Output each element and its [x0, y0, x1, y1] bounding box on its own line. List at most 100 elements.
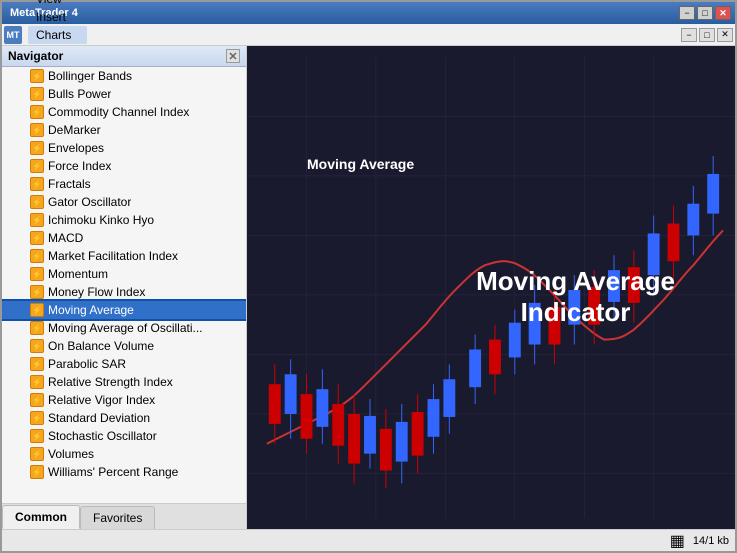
nav-label-macd: MACD: [48, 231, 83, 245]
nav-label-gator: Gator Oscillator: [48, 195, 131, 209]
nav-icon-volumes: ⚡: [30, 447, 44, 461]
nav-label-bulls: Bulls Power: [48, 87, 111, 101]
nav-label-rvi: Relative Vigor Index: [48, 393, 155, 407]
nav-label-ma: Moving Average: [48, 303, 134, 317]
menu-item-view[interactable]: View: [28, 0, 87, 8]
menu-controls: − □ ✕: [681, 28, 733, 42]
nav-icon-gator: ⚡: [30, 195, 44, 209]
nav-item-ichimoku[interactable]: ⚡ Ichimoku Kinko Hyo: [2, 211, 246, 229]
chart-label-indicator: Moving Average Indicator: [476, 266, 675, 328]
nav-icon-rvi: ⚡: [30, 393, 44, 407]
menu-item-charts[interactable]: Charts: [28, 26, 87, 44]
nav-icon-momentum: ⚡: [30, 267, 44, 281]
navigator-panel: Navigator ✕ ⚡ Bollinger Bands ⚡ Bulls Power…: [2, 46, 247, 529]
nav-label-mao: Moving Average of Oscillati...: [48, 321, 203, 335]
nav-item-stddev[interactable]: ⚡ Standard Deviation: [2, 409, 246, 427]
nav-icon-ichimoku: ⚡: [30, 213, 44, 227]
nav-icon-force: ⚡: [30, 159, 44, 173]
nav-item-psar[interactable]: ⚡ Parabolic SAR: [2, 355, 246, 373]
nav-label-stddev: Standard Deviation: [48, 411, 150, 425]
nav-icon-bulls: ⚡: [30, 87, 44, 101]
nav-tab-favorites[interactable]: Favorites: [80, 506, 155, 529]
nav-tab-common[interactable]: Common: [2, 505, 80, 529]
nav-item-cci[interactable]: ⚡ Commodity Channel Index: [2, 103, 246, 121]
inner-close-button[interactable]: ✕: [717, 28, 733, 42]
nav-icon-ma: ⚡: [30, 303, 44, 317]
file-info: 14/1 kb: [693, 535, 729, 547]
nav-label-momentum: Momentum: [48, 267, 108, 281]
nav-item-ma[interactable]: ⚡ Moving Average: [2, 301, 246, 319]
nav-item-bollinger[interactable]: ⚡ Bollinger Bands: [2, 67, 246, 85]
nav-item-macd[interactable]: ⚡ MACD: [2, 229, 246, 247]
nav-item-mao[interactable]: ⚡ Moving Average of Oscillati...: [2, 319, 246, 337]
title-bar: MetaTrader 4 − □ ✕: [2, 2, 735, 24]
nav-icon-obv: ⚡: [30, 339, 44, 353]
nav-label-psar: Parabolic SAR: [48, 357, 126, 371]
inner-restore-button[interactable]: □: [699, 28, 715, 42]
nav-label-mfi: Market Facilitation Index: [48, 249, 178, 263]
title-bar-buttons: − □ ✕: [679, 6, 731, 20]
nav-label-volumes: Volumes: [48, 447, 94, 461]
nav-item-wpr[interactable]: ⚡ Williams' Percent Range: [2, 463, 246, 481]
navigator-close-button[interactable]: ✕: [226, 49, 240, 63]
nav-label-force: Force Index: [48, 159, 111, 173]
nav-label-rsi: Relative Strength Index: [48, 375, 173, 389]
nav-item-volumes[interactable]: ⚡ Volumes: [2, 445, 246, 463]
nav-label-ichimoku: Ichimoku Kinko Hyo: [48, 213, 154, 227]
nav-item-gator[interactable]: ⚡ Gator Oscillator: [2, 193, 246, 211]
nav-icon-stoch: ⚡: [30, 429, 44, 443]
nav-label-obv: On Balance Volume: [48, 339, 154, 353]
nav-label-stoch: Stochastic Oscillator: [48, 429, 157, 443]
nav-label-bollinger: Bollinger Bands: [48, 69, 132, 83]
nav-icon-mfi: ⚡: [30, 249, 44, 263]
navigator-title: Navigator: [8, 49, 63, 63]
app-logo: MT: [4, 26, 22, 44]
nav-icon-wpr: ⚡: [30, 465, 44, 479]
nav-label-envelopes: Envelopes: [48, 141, 104, 155]
navigator-header: Navigator ✕: [2, 46, 246, 67]
nav-item-bulls[interactable]: ⚡ Bulls Power: [2, 85, 246, 103]
nav-icon-psar: ⚡: [30, 357, 44, 371]
status-bar-right: ▦ 14/1 kb: [670, 531, 729, 551]
nav-icon-stddev: ⚡: [30, 411, 44, 425]
nav-icon-macd: ⚡: [30, 231, 44, 245]
status-bar: ▦ 14/1 kb: [2, 529, 735, 551]
nav-icon-moneyflow: ⚡: [30, 285, 44, 299]
nav-item-mfi[interactable]: ⚡ Market Facilitation Index: [2, 247, 246, 265]
minimize-button[interactable]: −: [679, 6, 695, 20]
chart-label-moving-average: Moving Average: [307, 156, 414, 172]
nav-item-demarker[interactable]: ⚡ DeMarker: [2, 121, 246, 139]
nav-item-envelopes[interactable]: ⚡ Envelopes: [2, 139, 246, 157]
nav-icon-cci: ⚡: [30, 105, 44, 119]
inner-minimize-button[interactable]: −: [681, 28, 697, 42]
nav-icon-mao: ⚡: [30, 321, 44, 335]
nav-icon-rsi: ⚡: [30, 375, 44, 389]
nav-item-obv[interactable]: ⚡ On Balance Volume: [2, 337, 246, 355]
close-button[interactable]: ✕: [715, 6, 731, 20]
nav-icon-bollinger: ⚡: [30, 69, 44, 83]
nav-item-force[interactable]: ⚡ Force Index: [2, 157, 246, 175]
main-content: Navigator ✕ ⚡ Bollinger Bands ⚡ Bulls Power…: [2, 46, 735, 529]
nav-item-moneyflow[interactable]: ⚡ Money Flow Index: [2, 283, 246, 301]
menu-item-insert[interactable]: Insert: [28, 8, 87, 26]
status-bar-icon: ▦: [670, 531, 685, 551]
nav-label-wpr: Williams' Percent Range: [48, 465, 178, 479]
nav-item-stoch[interactable]: ⚡ Stochastic Oscillator: [2, 427, 246, 445]
nav-label-fractals: Fractals: [48, 177, 91, 191]
nav-label-demarker: DeMarker: [48, 123, 101, 137]
nav-label-cci: Commodity Channel Index: [48, 105, 189, 119]
main-window: MetaTrader 4 − □ ✕ MT FileViewInsertChar…: [0, 0, 737, 553]
navigator-tabs: CommonFavorites: [2, 503, 246, 529]
nav-label-moneyflow: Money Flow Index: [48, 285, 145, 299]
nav-icon-demarker: ⚡: [30, 123, 44, 137]
navigator-list[interactable]: ⚡ Bollinger Bands ⚡ Bulls Power ⚡ Commodity C…: [2, 67, 246, 503]
nav-icon-fractals: ⚡: [30, 177, 44, 191]
nav-item-momentum[interactable]: ⚡ Momentum: [2, 265, 246, 283]
chart-area: Moving Average Moving Average Indicator: [247, 46, 735, 529]
nav-icon-envelopes: ⚡: [30, 141, 44, 155]
menu-bar: MT FileViewInsertChartsToolsWindowHelp −…: [2, 24, 735, 46]
maximize-button[interactable]: □: [697, 6, 713, 20]
nav-item-fractals[interactable]: ⚡ Fractals: [2, 175, 246, 193]
nav-item-rvi[interactable]: ⚡ Relative Vigor Index: [2, 391, 246, 409]
nav-item-rsi[interactable]: ⚡ Relative Strength Index: [2, 373, 246, 391]
